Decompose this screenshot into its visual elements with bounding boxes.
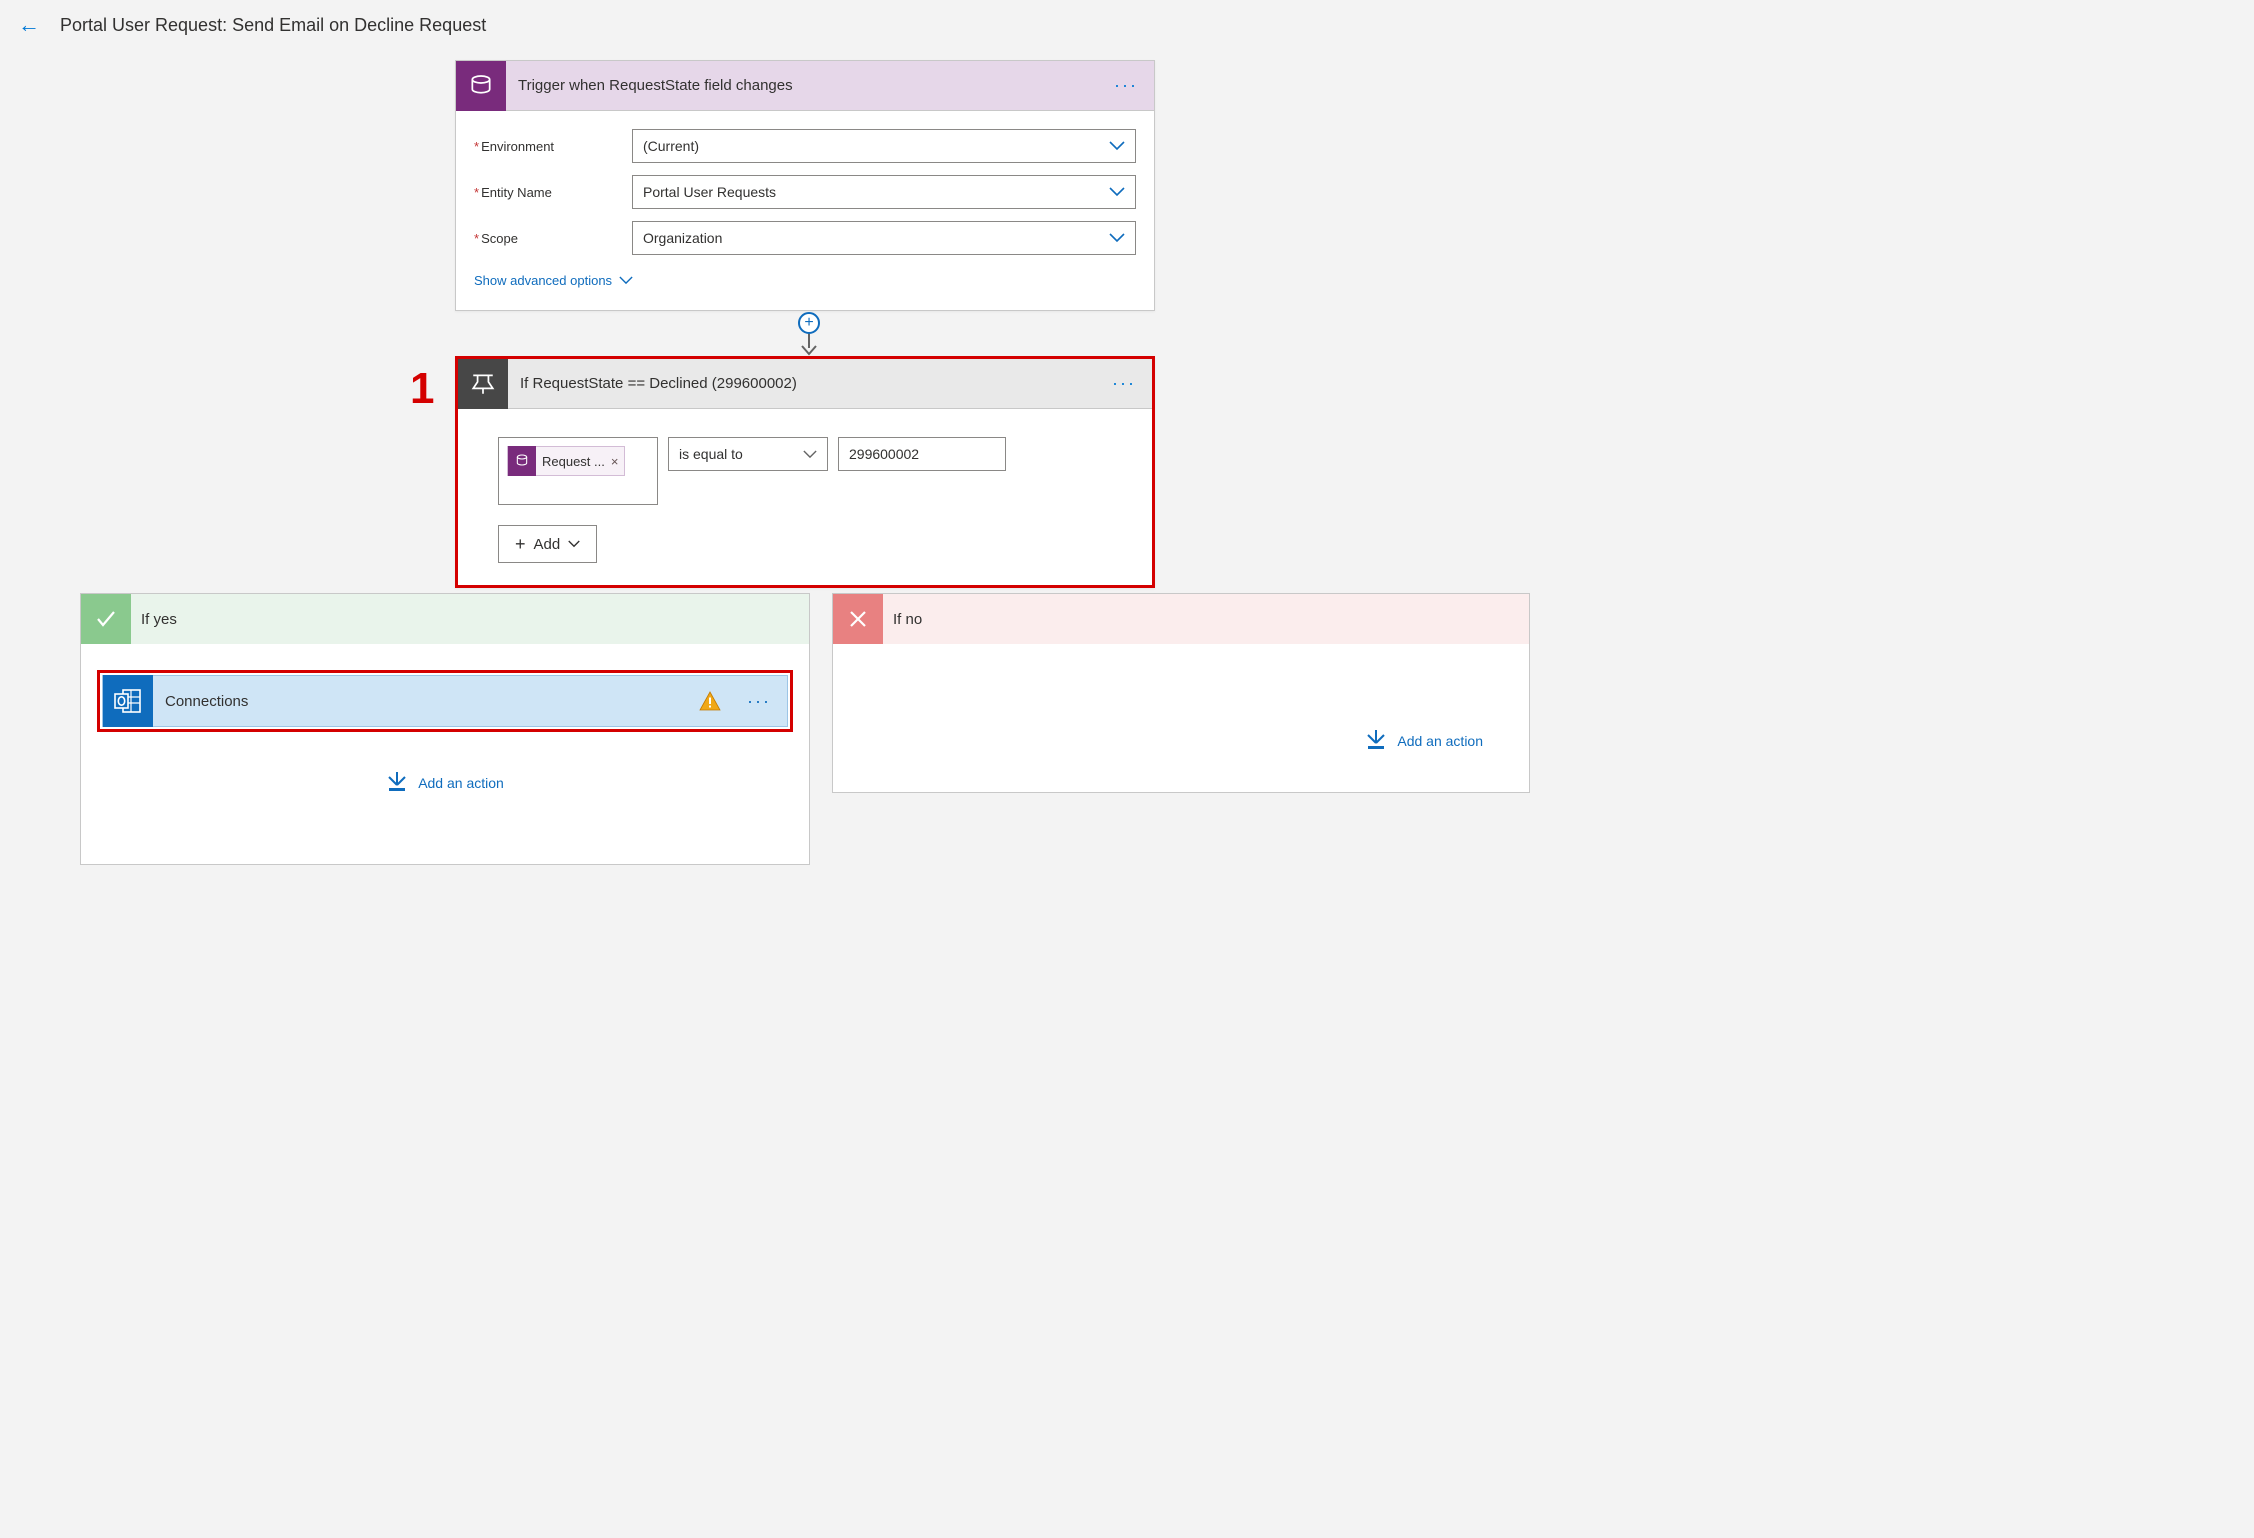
close-icon (833, 594, 883, 644)
if-no-header: If no (833, 594, 1529, 644)
trigger-body: *Environment (Current) *Entity Name Port… (456, 111, 1154, 310)
env-label: *Environment (474, 139, 632, 154)
env-select[interactable]: (Current) (632, 129, 1136, 163)
chevron-down-icon (803, 450, 817, 459)
if-no-branch: If no Add an action (832, 593, 1530, 793)
trigger-menu-icon[interactable]: ··· (1098, 75, 1154, 96)
remove-token-icon[interactable]: × (605, 454, 619, 469)
dataverse-icon (456, 61, 506, 111)
add-action-icon (1365, 730, 1387, 752)
condition-title: If RequestState == Declined (299600002) (508, 375, 1096, 392)
top-bar: ← Portal User Request: Send Email on Dec… (0, 0, 2254, 50)
add-action-icon (386, 772, 408, 794)
condition-body: Request ... × is equal to 299600002 + Ad… (458, 409, 1152, 585)
back-arrow-icon[interactable]: ← (18, 12, 60, 38)
add-step-button[interactable]: + (798, 312, 820, 334)
chevron-down-icon (1109, 233, 1125, 243)
connections-title: Connections (153, 693, 689, 710)
trigger-card[interactable]: Trigger when RequestState field changes … (455, 60, 1155, 311)
annotation-1: 1 (410, 364, 434, 414)
chevron-down-icon (1109, 187, 1125, 197)
condition-operator-select[interactable]: is equal to (668, 437, 828, 471)
if-yes-title: If yes (131, 611, 187, 628)
warning-icon (689, 691, 731, 711)
chevron-down-icon (568, 540, 580, 548)
if-yes-branch: If yes Connections ··· Add an action (80, 593, 810, 865)
scope-select[interactable]: Organization (632, 221, 1136, 255)
connector: + (797, 312, 821, 356)
scope-label: *Scope (474, 231, 632, 246)
check-icon (81, 594, 131, 644)
condition-add-button[interactable]: + Add (498, 525, 597, 563)
outlook-icon (103, 675, 153, 727)
trigger-header[interactable]: Trigger when RequestState field changes … (456, 61, 1154, 111)
entity-label: *Entity Name (474, 185, 632, 200)
dataverse-icon (508, 446, 536, 476)
connections-action[interactable]: Connections ··· (102, 675, 788, 727)
condition-value-input[interactable]: 299600002 (838, 437, 1006, 471)
connections-highlight: Connections ··· (97, 670, 793, 732)
trigger-title: Trigger when RequestState field changes (506, 77, 1098, 94)
if-no-title: If no (883, 611, 932, 628)
if-yes-header: If yes (81, 594, 809, 644)
connections-menu-icon[interactable]: ··· (731, 691, 787, 712)
entity-select[interactable]: Portal User Requests (632, 175, 1136, 209)
dynamic-token[interactable]: Request ... × (507, 446, 625, 476)
yes-add-action-link[interactable]: Add an action (103, 772, 787, 794)
condition-menu-icon[interactable]: ··· (1096, 373, 1152, 394)
arrow-down-icon (800, 332, 818, 356)
show-advanced-link[interactable]: Show advanced options (474, 273, 633, 288)
condition-header[interactable]: If RequestState == Declined (299600002) … (458, 359, 1152, 409)
no-add-action-link[interactable]: Add an action (855, 730, 1483, 752)
condition-left-operand[interactable]: Request ... × (498, 437, 658, 505)
page-title: Portal User Request: Send Email on Decli… (60, 15, 486, 36)
condition-card[interactable]: If RequestState == Declined (299600002) … (455, 356, 1155, 588)
chevron-down-icon (1109, 141, 1125, 151)
condition-icon (458, 359, 508, 409)
